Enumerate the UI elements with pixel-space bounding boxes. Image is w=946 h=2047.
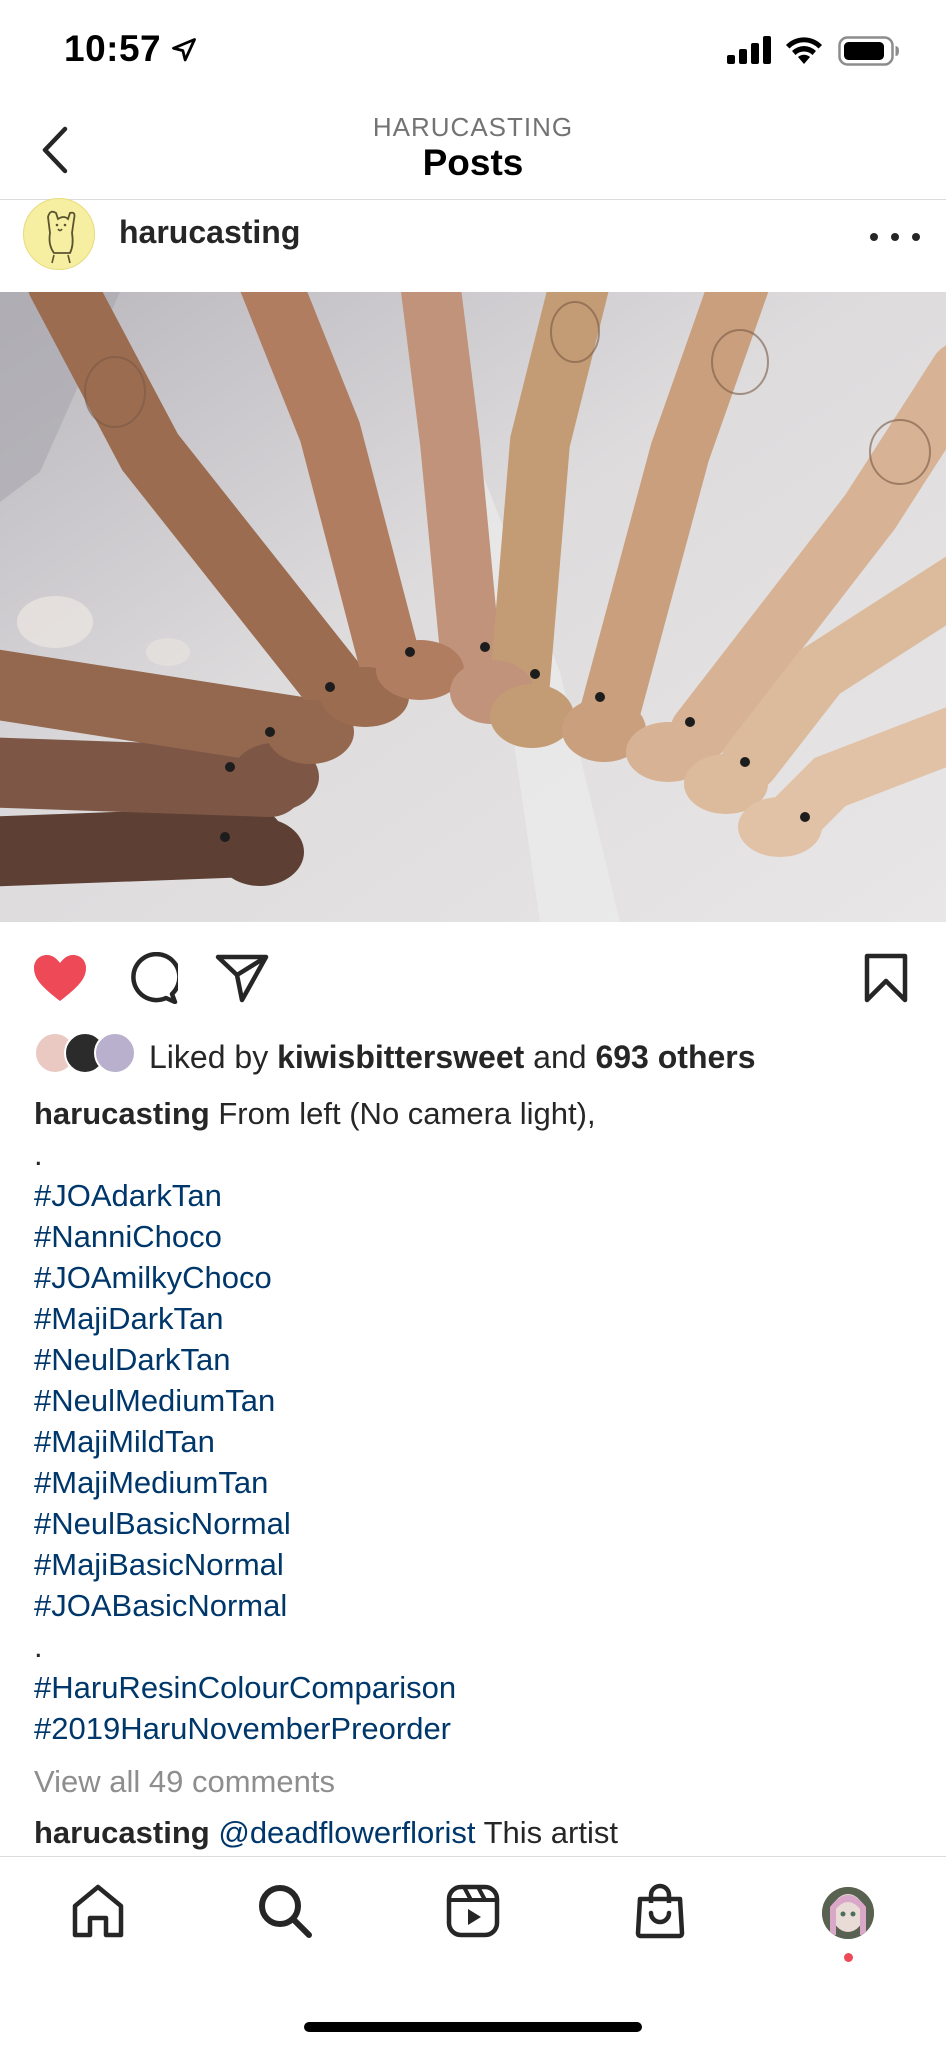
tab-home[interactable] xyxy=(66,1879,130,1943)
like-button[interactable] xyxy=(30,948,90,1008)
post-caption: harucasting From left (No camera light),… xyxy=(34,1093,914,1749)
hashtag[interactable]: #NeulDarkTan xyxy=(34,1339,914,1380)
tab-reels[interactable] xyxy=(441,1879,505,1943)
bookmark-icon xyxy=(864,953,908,1003)
post-actions xyxy=(0,948,946,1012)
post-author-username[interactable]: harucasting xyxy=(119,214,300,251)
likes-conjunction: and xyxy=(524,1039,596,1075)
heart-filled-icon xyxy=(34,955,86,1001)
comment-mention[interactable]: @deadflowerflorist xyxy=(218,1815,475,1850)
liker-avatar xyxy=(94,1032,136,1074)
home-icon xyxy=(72,1884,124,1938)
tab-shop[interactable] xyxy=(628,1879,692,1943)
more-options-button[interactable] xyxy=(870,220,920,254)
caption-separator: . xyxy=(34,1629,43,1664)
hashtag[interactable]: #MajiMediumTan xyxy=(34,1462,914,1503)
hashtag[interactable]: #NeulBasicNormal xyxy=(34,1503,914,1544)
caption-username[interactable]: harucasting xyxy=(34,1096,210,1131)
hashtag[interactable]: #HaruResinColourComparison xyxy=(34,1667,914,1708)
tab-search[interactable] xyxy=(253,1879,317,1943)
wifi-icon xyxy=(786,37,822,64)
caption-first-line: harucasting From left (No camera light), xyxy=(34,1093,914,1134)
cellular-signal-icon xyxy=(727,36,771,64)
battery-icon xyxy=(838,36,899,66)
page-title: Posts xyxy=(422,142,524,183)
hashtag[interactable]: #NanniChoco xyxy=(34,1216,914,1257)
comment-username[interactable]: harucasting xyxy=(34,1815,210,1850)
hashtag[interactable]: #2019HaruNovemberPreorder xyxy=(34,1708,914,1749)
comment-button[interactable] xyxy=(122,948,182,1008)
hashtag[interactable]: #MajiMildTan xyxy=(34,1421,914,1462)
likes-summary: Liked by kiwisbittersweet and 693 others xyxy=(149,1039,756,1076)
hashtag[interactable]: #JOAmilkyChoco xyxy=(34,1257,914,1298)
status-time: 10:57 xyxy=(64,28,162,69)
more-horizontal-icon xyxy=(870,233,878,241)
navigation-header: HARUCASTING Posts xyxy=(0,100,946,200)
hashtag[interactable]: #MajiDarkTan xyxy=(34,1298,914,1339)
post-image[interactable] xyxy=(0,292,946,922)
tab-profile[interactable] xyxy=(822,1887,874,1939)
hashtag[interactable]: #NeulMediumTan xyxy=(34,1380,914,1421)
comment-icon xyxy=(131,952,178,1004)
shop-icon xyxy=(635,1883,685,1939)
comment-text: This artist xyxy=(475,1815,618,1850)
home-indicator xyxy=(304,2022,642,2032)
post-header: harucasting xyxy=(0,198,946,292)
caption-text: From left (No camera light), xyxy=(209,1096,596,1131)
status-bar: 10:57 xyxy=(0,0,946,100)
bottom-tab-bar xyxy=(0,1856,946,2047)
likes-count[interactable]: 693 others xyxy=(595,1039,755,1075)
account-subtitle: HARUCASTING xyxy=(372,112,574,142)
hashtag[interactable]: #JOAdarkTan xyxy=(34,1175,914,1216)
hashtag[interactable]: #JOABasicNormal xyxy=(34,1585,914,1626)
share-button[interactable] xyxy=(212,948,272,1008)
doll-legs-photo xyxy=(0,292,946,922)
send-icon xyxy=(215,954,269,1003)
save-button[interactable] xyxy=(856,948,916,1008)
view-all-comments-link[interactable]: View all 49 comments xyxy=(34,1764,335,1800)
profile-avatar xyxy=(822,1887,874,1939)
doll-sketch-icon xyxy=(47,210,76,264)
liker-username[interactable]: kiwisbittersweet xyxy=(277,1039,524,1075)
search-icon xyxy=(259,1885,312,1938)
comment-preview: harucasting @deadflowerflorist This arti… xyxy=(34,1815,618,1851)
reels-icon xyxy=(446,1884,500,1938)
caption-separator: . xyxy=(34,1137,43,1172)
author-avatar[interactable] xyxy=(23,198,95,270)
location-arrow-icon xyxy=(172,38,196,62)
likes-prefix: Liked by xyxy=(149,1039,278,1075)
notification-dot xyxy=(844,1953,853,1962)
likes-row[interactable]: Liked by kiwisbittersweet and 693 others xyxy=(34,1032,914,1080)
hashtag[interactable]: #MajiBasicNormal xyxy=(34,1544,914,1585)
